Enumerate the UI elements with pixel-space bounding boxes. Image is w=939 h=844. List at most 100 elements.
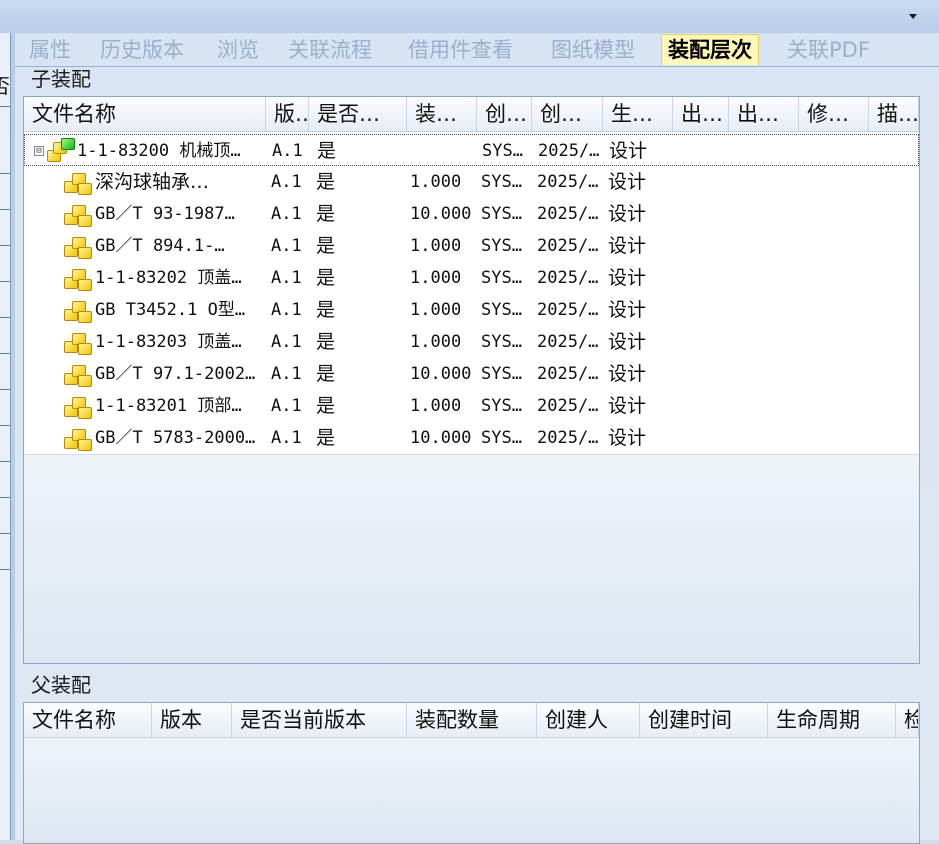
cell-created-time: 2025/… bbox=[537, 172, 599, 192]
left-panel-divider bbox=[0, 569, 10, 570]
column-header-created-time[interactable]: 创… bbox=[532, 97, 603, 131]
left-panel-divider bbox=[0, 353, 10, 354]
tab-history-versions[interactable]: 历史版本 bbox=[94, 35, 190, 65]
cell-is-current: 是 bbox=[316, 331, 336, 353]
cell-version: A.1 bbox=[271, 364, 302, 384]
left-panel-edge: 否 bbox=[0, 33, 11, 840]
cell-version: A.1 bbox=[271, 332, 302, 352]
cell-is-current: 是 bbox=[316, 171, 336, 193]
cell-lifecycle: 设计 bbox=[608, 363, 647, 385]
table-row[interactable]: 1-1-83203 顶盖… A.1 是 1.000 SYS… 2025/… 设计 bbox=[24, 326, 919, 359]
cell-created-time: 2025/… bbox=[537, 268, 599, 288]
table-row[interactable]: GB／T 894.1-… A.1 是 1.000 SYS… 2025/… 设计 bbox=[24, 230, 919, 263]
cell-lifecycle: 设计 bbox=[608, 299, 647, 321]
cell-created-time: 2025/… bbox=[538, 141, 600, 161]
cell-qty: 10.000 bbox=[410, 204, 472, 224]
left-panel-divider bbox=[0, 533, 10, 534]
column-header-version[interactable]: 版… bbox=[266, 97, 309, 131]
part-icon bbox=[62, 265, 94, 292]
column-header-is-current[interactable]: 是否当前版本 bbox=[232, 703, 407, 737]
cell-is-current: 是 bbox=[316, 235, 336, 257]
column-header-check[interactable]: 检 bbox=[896, 703, 919, 737]
column-header-lifecycle[interactable]: 生… bbox=[603, 97, 673, 131]
dropdown-arrow-icon[interactable] bbox=[909, 14, 917, 19]
column-header-assembly-qty[interactable]: 装… bbox=[407, 97, 477, 131]
cell-creator: SYS… bbox=[481, 268, 522, 288]
child-assembly-title: 子装配 bbox=[31, 67, 91, 91]
left-panel-divider bbox=[0, 245, 10, 246]
table-row[interactable]: GB T3452.1 O型… A.1 是 1.000 SYS… 2025/… 设… bbox=[24, 294, 919, 327]
part-icon bbox=[62, 169, 94, 196]
column-header-creator[interactable]: 创建人 bbox=[537, 703, 640, 737]
left-panel-divider bbox=[0, 209, 10, 210]
cell-file-name: 1-1-83200 机械顶… bbox=[77, 141, 241, 161]
cell-is-current: 是 bbox=[317, 140, 337, 162]
tab-borrowed-parts[interactable]: 借用件查看 bbox=[402, 35, 519, 65]
tab-drawing-model[interactable]: 图纸模型 bbox=[545, 35, 641, 65]
part-icon bbox=[62, 329, 94, 356]
cell-created-time: 2025/… bbox=[537, 364, 599, 384]
column-header-lifecycle[interactable]: 生命周期 bbox=[768, 703, 896, 737]
cell-qty bbox=[411, 135, 477, 167]
cell-creator: SYS… bbox=[481, 172, 522, 192]
table-row[interactable]: 深沟球轴承… A.1 是 1.000 SYS… 2025/… 设计 bbox=[24, 166, 919, 199]
cell-created-time: 2025/… bbox=[537, 396, 599, 416]
cell-lifecycle: 设计 bbox=[608, 427, 647, 449]
column-header-version[interactable]: 版本 bbox=[152, 703, 232, 737]
cell-lifecycle: 设计 bbox=[609, 140, 648, 162]
cell-is-current: 是 bbox=[316, 395, 336, 417]
tab-properties[interactable]: 属性 bbox=[23, 35, 77, 65]
tab-browse[interactable]: 浏览 bbox=[211, 35, 265, 65]
tab-related-workflow[interactable]: 关联流程 bbox=[282, 35, 378, 65]
cell-version: A.1 bbox=[271, 300, 302, 320]
cell-is-current: 是 bbox=[316, 203, 336, 225]
cell-lifecycle: 设计 bbox=[608, 235, 647, 257]
column-header-out-2[interactable]: 出… bbox=[729, 97, 799, 131]
cell-creator: SYS… bbox=[481, 428, 522, 448]
cell-lifecycle: 设计 bbox=[608, 267, 647, 289]
table-row[interactable]: 1-1-83202 顶盖… A.1 是 1.000 SYS… 2025/… 设计 bbox=[24, 262, 919, 295]
cell-lifecycle: 设计 bbox=[608, 203, 647, 225]
cell-file-name: 1-1-83203 顶盖… bbox=[95, 332, 242, 352]
cell-creator: SYS… bbox=[481, 236, 522, 256]
column-header-file-name[interactable]: 文件名称 bbox=[24, 703, 152, 737]
collapse-icon[interactable]: ⊟ bbox=[34, 146, 44, 156]
column-header-file-name[interactable]: 文件名称 bbox=[24, 97, 266, 131]
column-header-created-time[interactable]: 创建时间 bbox=[640, 703, 768, 737]
cell-file-name: GB／T 93-1987… bbox=[95, 204, 235, 224]
cell-version: A.1 bbox=[271, 172, 302, 192]
cell-file-name: GB／T 5783-2000… bbox=[95, 428, 256, 448]
part-icon bbox=[62, 201, 94, 228]
table-row[interactable]: GB／T 5783-2000… A.1 是 10.000 SYS… 2025/…… bbox=[24, 422, 919, 455]
tab-strip: 属性 历史版本 浏览 关联流程 借用件查看 图纸模型 装配层次 关联PDF bbox=[15, 33, 939, 67]
table-row[interactable]: ⊟ 1-1-83200 机械顶… A.1 是 SYS… 2025/… 设计 bbox=[24, 134, 919, 166]
cell-creator: SYS… bbox=[481, 204, 522, 224]
part-icon bbox=[62, 425, 94, 452]
column-header-description[interactable]: 描… bbox=[869, 97, 919, 131]
left-panel-divider bbox=[0, 497, 10, 498]
table-row[interactable]: 1-1-83201 顶部… A.1 是 1.000 SYS… 2025/… 设计 bbox=[24, 390, 919, 423]
cell-version: A.1 bbox=[272, 141, 303, 161]
cell-qty: 1.000 bbox=[410, 396, 462, 416]
child-grid-header: 文件名称 版… 是否… 装… 创… 创… 生… 出… 出… 修… 描… bbox=[24, 97, 919, 132]
cell-qty: 10.000 bbox=[410, 428, 472, 448]
column-header-assembly-qty[interactable]: 装配数量 bbox=[407, 703, 537, 737]
tab-related-pdf[interactable]: 关联PDF bbox=[781, 35, 876, 65]
table-row[interactable]: GB／T 97.1-2002… A.1 是 10.000 SYS… 2025/…… bbox=[24, 358, 919, 391]
left-panel-divider bbox=[0, 461, 10, 462]
column-header-creator[interactable]: 创… bbox=[477, 97, 532, 131]
left-panel-divider bbox=[0, 281, 10, 282]
cell-version: A.1 bbox=[271, 236, 302, 256]
column-header-modified[interactable]: 修… bbox=[799, 97, 869, 131]
part-icon bbox=[62, 393, 94, 420]
table-row[interactable]: GB／T 93-1987… A.1 是 10.000 SYS… 2025/… 设… bbox=[24, 198, 919, 231]
cell-lifecycle: 设计 bbox=[608, 171, 647, 193]
assembly-icon bbox=[45, 138, 77, 165]
tab-assembly-hierarchy[interactable]: 装配层次 bbox=[661, 34, 759, 65]
cell-creator: SYS… bbox=[481, 300, 522, 320]
cell-file-name: 深沟球轴承… bbox=[95, 171, 210, 193]
cell-qty: 1.000 bbox=[410, 300, 462, 320]
column-header-is-current[interactable]: 是否… bbox=[309, 97, 407, 131]
column-header-out-1[interactable]: 出… bbox=[673, 97, 729, 131]
cell-creator: SYS… bbox=[481, 396, 522, 416]
